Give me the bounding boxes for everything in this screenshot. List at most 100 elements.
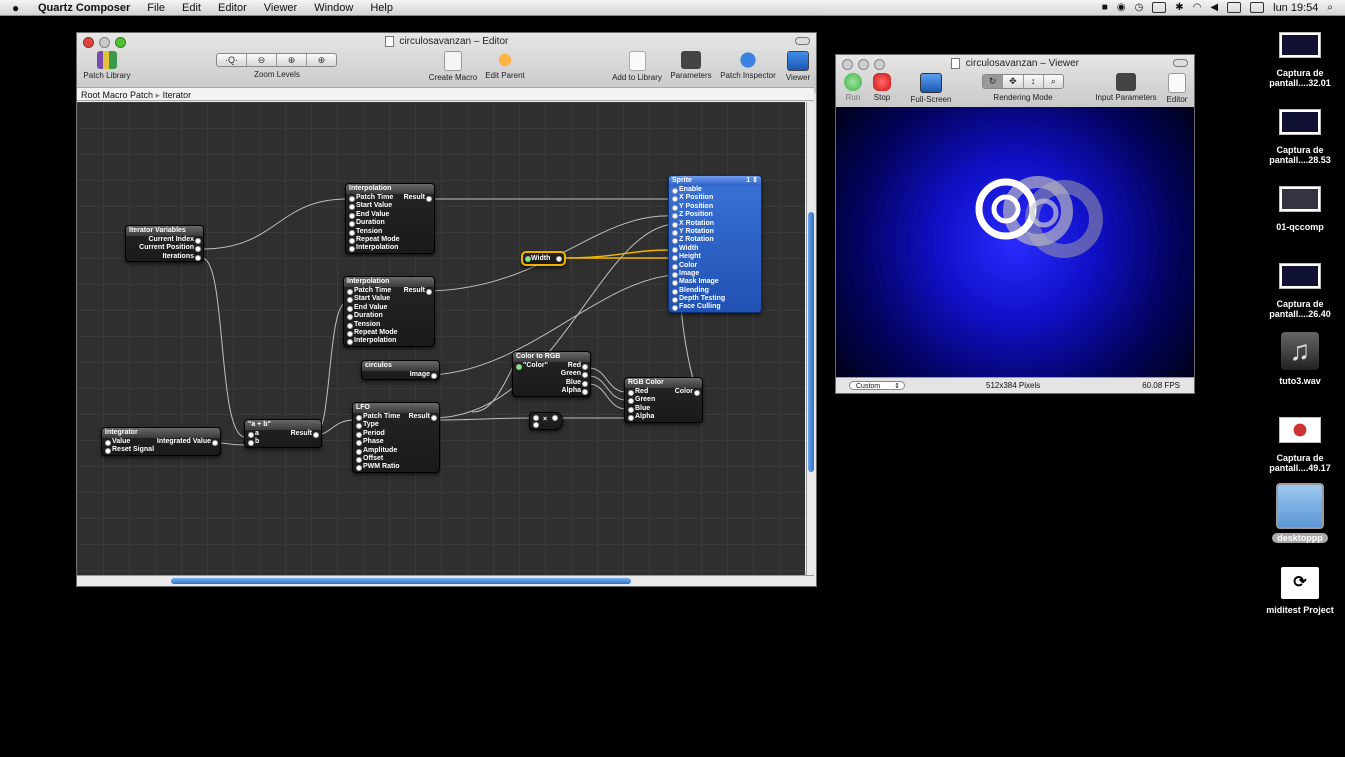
port-interpolation[interactable]: Interpolation <box>346 244 434 253</box>
port-color-input[interactable]: "Color" Red <box>513 362 590 370</box>
parameters-button[interactable]: Parameters <box>669 51 713 80</box>
menu-editor[interactable]: Editor <box>218 2 247 14</box>
editor-button[interactable]: Editor <box>1162 73 1192 104</box>
menu-file[interactable]: File <box>147 2 165 14</box>
add-to-library-button[interactable]: Add to Library <box>609 51 665 82</box>
port-repeat-mode[interactable]: Repeat Mode <box>344 329 434 337</box>
stop-button[interactable]: Stop <box>869 73 895 102</box>
menu-window[interactable]: Window <box>314 2 353 14</box>
port-patch-time[interactable]: Patch Time Result <box>344 287 434 295</box>
patch-sprite[interactable]: Sprite 1 ⇕ Enable X Position Y Position Z… <box>668 175 762 313</box>
editor-titlebar[interactable]: circulosavanzan – Editor <box>77 33 816 51</box>
desktop-file-2[interactable]: Captura de pantall....28.53 <box>1255 109 1345 165</box>
viewer-button[interactable]: Viewer <box>781 51 815 82</box>
port-z-rotation[interactable]: Z Rotation <box>669 236 761 245</box>
port-repeat-mode[interactable]: Repeat Mode <box>346 236 434 244</box>
menu-edit[interactable]: Edit <box>182 2 201 14</box>
patch-circulos[interactable]: circulos Image <box>361 360 440 381</box>
port-width[interactable]: Width <box>669 245 761 253</box>
display-icon[interactable] <box>1152 2 1167 13</box>
port-end-value[interactable]: End Value <box>344 304 434 312</box>
menu-app[interactable]: Quartz Composer <box>38 2 130 14</box>
port-x-position[interactable]: X Position <box>669 194 761 203</box>
viewer-titlebar[interactable]: circulosavanzan – Viewer <box>836 55 1194 73</box>
port-alpha[interactable]: Alpha <box>513 387 590 396</box>
port-type[interactable]: Type <box>353 421 439 430</box>
minimize-button[interactable] <box>858 59 869 70</box>
patch-inspector-button[interactable]: Patch Inspector <box>717 51 779 80</box>
port-color[interactable]: Color <box>669 262 761 270</box>
sync-icon[interactable]: ◉ <box>1117 2 1126 13</box>
toolbar-toggle-button[interactable] <box>795 37 810 45</box>
timemachine-icon[interactable]: ◷ <box>1135 2 1144 13</box>
port-patch-time[interactable]: Patch Time Result <box>353 413 439 421</box>
move-mode-icon[interactable]: ✥ <box>1002 75 1022 88</box>
patch-lfo[interactable]: LFO Patch Time Result Type Period Phase … <box>352 402 440 473</box>
patch-multiply[interactable]: × <box>529 412 563 430</box>
create-macro-button[interactable]: Create Macro <box>425 51 481 82</box>
port-a[interactable]: a Result <box>245 430 321 438</box>
size-preset-select[interactable]: Custom ⇕ <box>849 381 905 390</box>
port-end-value[interactable]: End Value <box>346 211 434 219</box>
toolbar-toggle-button[interactable] <box>1173 59 1188 67</box>
patch-canvas[interactable]: Iterator Variables Current Index Current… <box>77 102 805 575</box>
bluetooth-icon[interactable]: ✱ <box>1175 2 1183 13</box>
desktop-file-7[interactable]: ⟳ miditest Project <box>1255 567 1345 615</box>
desktop-folder[interactable]: desktoppp <box>1255 483 1345 543</box>
port-offset[interactable]: Offset <box>353 455 439 463</box>
zoom-actual-icon[interactable]: ⊕ <box>277 54 307 66</box>
port-iterations[interactable]: Iterations <box>126 253 203 261</box>
clock[interactable]: lun 19:54 <box>1273 2 1318 14</box>
port-interpolation[interactable]: Interpolation <box>344 337 434 346</box>
port-y-position[interactable]: Y Position <box>669 203 761 211</box>
port-patch-time[interactable]: Patch Time Result <box>346 194 434 202</box>
port-duration[interactable]: Duration <box>346 219 434 228</box>
port-face-culling[interactable]: Face Culling <box>669 303 761 312</box>
close-button[interactable] <box>83 37 94 48</box>
patch-color-to-rgb[interactable]: Color to RGB "Color" Red Green Blue Alph… <box>512 351 591 397</box>
port-blue[interactable]: Blue <box>625 405 702 413</box>
camera-icon[interactable]: ■ <box>1102 2 1108 13</box>
vertical-scroll-knob[interactable] <box>808 212 814 472</box>
desktop-file-1[interactable]: Captura de pantall....32.01 <box>1255 32 1345 88</box>
patch-interpolation-1[interactable]: Interpolation Patch Time Result Start Va… <box>345 183 435 254</box>
spotlight-icon[interactable]: ⌕ <box>1327 2 1333 13</box>
desktop-file-5[interactable]: ♫ tuto3.wav <box>1255 332 1345 386</box>
port-green[interactable]: Green <box>625 396 702 405</box>
port-phase[interactable]: Phase <box>353 438 439 447</box>
wifi-icon[interactable]: ◠ <box>1193 2 1202 13</box>
port-start-value[interactable]: Start Value <box>346 202 434 211</box>
battery-icon[interactable] <box>1250 2 1265 13</box>
port-amplitude[interactable]: Amplitude <box>353 447 439 455</box>
port-red[interactable]: Red Color <box>625 388 702 396</box>
zoom-in-icon[interactable]: ⊕ <box>307 54 336 66</box>
close-button[interactable] <box>842 59 853 70</box>
port-start-value[interactable]: Start Value <box>344 295 434 304</box>
port-tension[interactable]: Tension <box>346 228 434 236</box>
patch-rgb-color[interactable]: RGB Color Red Color Green Blue Alpha <box>624 377 703 423</box>
patch-interpolation-2[interactable]: Interpolation Patch Time Result Start Va… <box>343 276 435 347</box>
patch-library-button[interactable]: Patch Library <box>81 51 133 80</box>
menu-help[interactable]: Help <box>370 2 393 14</box>
port-y-rotation[interactable]: Y Rotation <box>669 228 761 236</box>
port-value[interactable]: Value Integrated Value <box>102 438 220 446</box>
port-x-rotation[interactable]: X Rotation <box>669 220 761 228</box>
port-mask-image[interactable]: Mask Image <box>669 278 761 287</box>
patch-integrator[interactable]: Integrator Value Integrated Value Reset … <box>101 427 221 456</box>
depth-mode-icon[interactable]: ↕ <box>1022 75 1043 88</box>
magnify-mode-icon[interactable]: ⌕ <box>1042 75 1063 88</box>
breadcrumb-iterator[interactable]: Iterator <box>163 90 192 100</box>
vertical-scrollbar[interactable] <box>806 102 816 575</box>
zoom-button[interactable] <box>115 37 126 48</box>
input-menu-icon[interactable] <box>1227 2 1242 13</box>
breadcrumb-root[interactable]: Root Macro Patch <box>81 90 153 100</box>
port-blue[interactable]: Blue <box>513 379 590 387</box>
menu-viewer[interactable]: Viewer <box>264 2 297 14</box>
port-current-position[interactable]: Current Position <box>126 244 203 253</box>
zoom-fit-icon[interactable]: ·Q· <box>217 54 247 66</box>
port-duration[interactable]: Duration <box>344 312 434 321</box>
port-z-position[interactable]: Z Position <box>669 211 761 220</box>
desktop-file-3[interactable]: 01-qccomp <box>1255 186 1345 232</box>
port-pwm-ratio[interactable]: PWM Ratio <box>353 463 439 472</box>
horizontal-scrollbar[interactable] <box>77 575 814 586</box>
